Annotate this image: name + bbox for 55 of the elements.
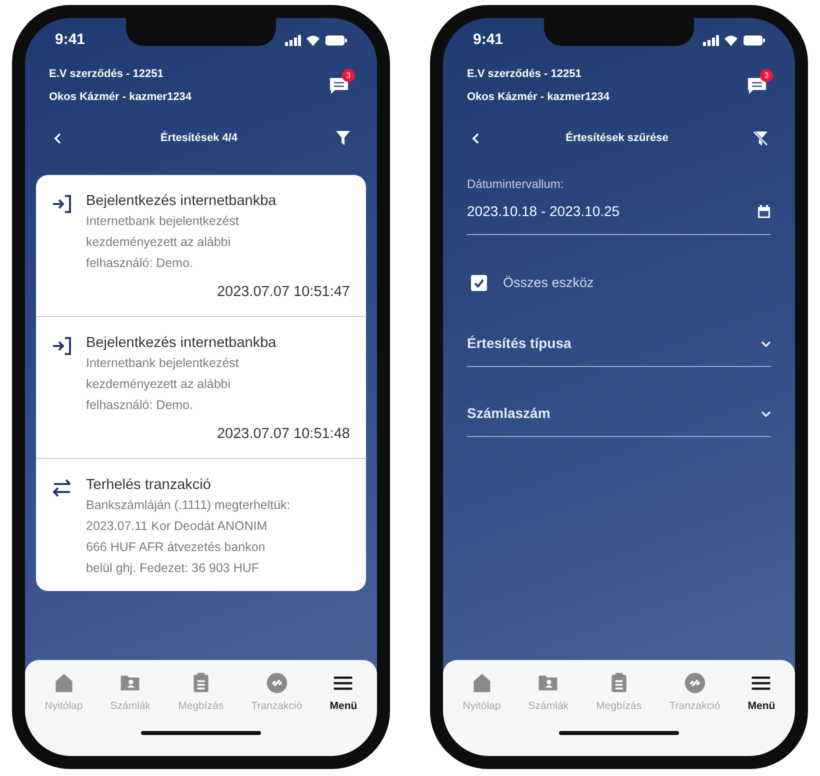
notification-title: Bejelentkezés internetbankba [86, 192, 278, 211]
dropdown-field[interactable]: Értesítés típusa [467, 333, 771, 368]
notification-item[interactable]: Terhelés tranzakció Bankszámláján (.1111) megterheltük: 2023.07.11 Kor Deodát ANONIM 666 HUF AFR átvezetés bankon belül ghj. Fedezet: 36 903 HUF [36, 458, 366, 590]
filter-off-icon [753, 130, 768, 146]
exchange-arrows-icon [52, 478, 72, 496]
checkbox-label: Összes eszköz [503, 274, 594, 292]
exchange-icon [684, 672, 706, 694]
wifi-icon [306, 34, 320, 46]
notification-text: Internetbank bejelentkezést kezdeményezett az alábbi felhasználó: Demo. [86, 354, 240, 414]
dropdown-field[interactable]: Számlaszám [467, 403, 771, 438]
contract-label: E.V szerződés - 12251 [467, 67, 582, 82]
chevron-down-icon [761, 340, 771, 347]
chevron-down-icon [761, 410, 771, 417]
wifi-icon [724, 34, 738, 46]
chevron-left-icon [54, 132, 60, 144]
notification-title: Terhelés tranzakció [86, 476, 212, 494]
user-label: Okos Kázmér - kazmer1234 [467, 90, 610, 104]
filter-icon [336, 131, 350, 145]
signal-icon [703, 34, 719, 46]
chevron-left-icon [472, 132, 478, 144]
calendar-icon [757, 204, 771, 218]
nav-tab[interactable]: Menü [330, 672, 358, 715]
screen-title: Értesítések szűrése [566, 130, 668, 146]
dropdown-label: Számlaszám [467, 404, 550, 424]
nav-tab[interactable]: Menü [748, 672, 776, 715]
status-time: 9:41 [55, 30, 86, 50]
user-label: Okos Kázmér - kazmer1234 [49, 90, 192, 104]
screen-title: Értesítések 4/4 [160, 130, 238, 146]
login-icon [52, 195, 72, 213]
notification-title: Bejelentkezés internetbankba [86, 334, 278, 353]
battery-icon [325, 34, 347, 46]
notification-time: 2023.07.07 10:51:47 [216, 283, 350, 302]
chat-icon [747, 76, 767, 94]
filter-button[interactable] [333, 128, 353, 148]
notification-badge: 3 [342, 68, 355, 82]
messages-button[interactable]: 3 [743, 72, 771, 100]
date-range-value: 2023.10.18 - 2023.10.25 [467, 202, 620, 221]
notification-text: Bankszámláján (.1111) megterheltük: 2023.07.11 Kor Deodát ANONIM 666 HUF AFR átvezetés bankon belül ghj. Fedezet: 36 903 HUF [86, 496, 291, 577]
contract-label: E.V szerződés - 12251 [49, 67, 164, 82]
exchange-icon [266, 672, 288, 694]
checkbox[interactable] [471, 275, 487, 292]
notification-item[interactable]: Bejelentkezés internetbankba Internetbank bejelentkezést kezdeményezett az alábbi felhasználó: Demo. 2023.07.07 10:51:47 [36, 175, 366, 316]
date-range-label: Dátumintervallum: [467, 176, 565, 193]
battery-icon [743, 34, 765, 46]
date-range-field[interactable]: 2023.10.18 - 2023.10.25 [467, 193, 771, 235]
notification-time: 2023.07.07 10:51:48 [216, 424, 350, 444]
notification-badge: 3 [760, 68, 773, 82]
messages-button[interactable]: 3 [325, 72, 353, 100]
chat-icon [329, 76, 349, 94]
login-icon [52, 336, 72, 355]
notification-text: Internetbank bejelentkezést kezdeményezett az alábbi felhasználó: Demo. [86, 213, 240, 272]
dropdown-label: Értesítés típusa [467, 334, 572, 354]
signal-icon [285, 34, 301, 46]
notification-item[interactable]: Bejelentkezés internetbankba Internetbank bejelentkezést kezdeményezett az alábbi felhasználó: Demo. 2023.07.07 10:51:48 [36, 316, 366, 458]
status-time: 9:41 [473, 30, 504, 50]
